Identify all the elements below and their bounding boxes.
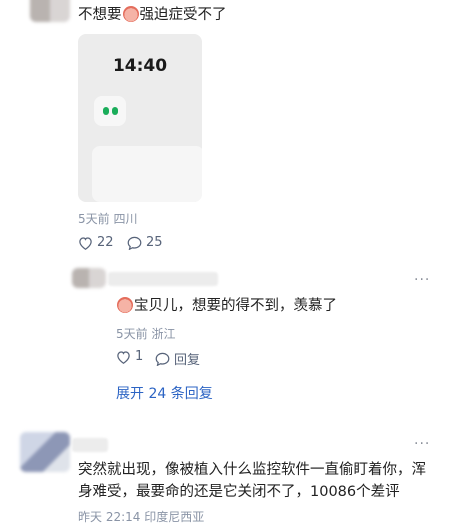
avatar[interactable] bbox=[30, 0, 70, 22]
expand-replies-link[interactable]: 展开 24 条回复 bbox=[116, 383, 213, 403]
emoji-crying-icon bbox=[122, 6, 139, 22]
username[interactable] bbox=[72, 438, 108, 452]
comment-bubble-icon bbox=[127, 236, 142, 250]
comment-image[interactable]: 14:40 bbox=[78, 34, 202, 202]
reply-button[interactable]: 回复 bbox=[155, 349, 200, 368]
like-button[interactable]: 22 bbox=[78, 235, 114, 250]
widget-card bbox=[92, 146, 202, 202]
avatar[interactable] bbox=[20, 432, 70, 472]
app-icon bbox=[94, 96, 126, 126]
comment-text: 不想要 强迫症受不了 bbox=[78, 6, 227, 23]
like-button[interactable]: 1 bbox=[116, 349, 143, 364]
username[interactable] bbox=[108, 272, 218, 286]
reply-count-button[interactable]: 25 bbox=[127, 235, 163, 250]
comment-meta: 5天前 四川 bbox=[78, 212, 138, 226]
reply-count: 25 bbox=[146, 235, 163, 250]
reply-meta: 5天前 浙江 bbox=[116, 327, 176, 341]
comment-text-line-1: 突然就出现，像被植入什么监控软件一直偷盯着你，浑 bbox=[78, 462, 426, 478]
comment-text-line-2: 身难受，最要命的还是它关闭不了，10086个差评 bbox=[78, 484, 400, 500]
reply-text: 宝贝儿，想要的得不到，羡慕了 bbox=[116, 295, 337, 317]
more-dots-icon[interactable]: ··· bbox=[414, 436, 430, 452]
more-dots-icon[interactable]: ··· bbox=[414, 272, 430, 288]
phone-time: 14:40 bbox=[112, 56, 168, 76]
reply-label: 回复 bbox=[174, 353, 201, 368]
heart-outline-icon bbox=[78, 236, 93, 250]
comment-bubble-icon bbox=[155, 352, 170, 366]
avatar[interactable] bbox=[72, 268, 106, 288]
like-count: 22 bbox=[97, 235, 114, 250]
heart-outline-icon bbox=[116, 350, 131, 364]
emoji-crying-icon bbox=[117, 297, 133, 313]
comment-meta: 昨天 22:14 印度尼西亚 bbox=[78, 510, 205, 524]
like-count: 1 bbox=[135, 349, 144, 364]
